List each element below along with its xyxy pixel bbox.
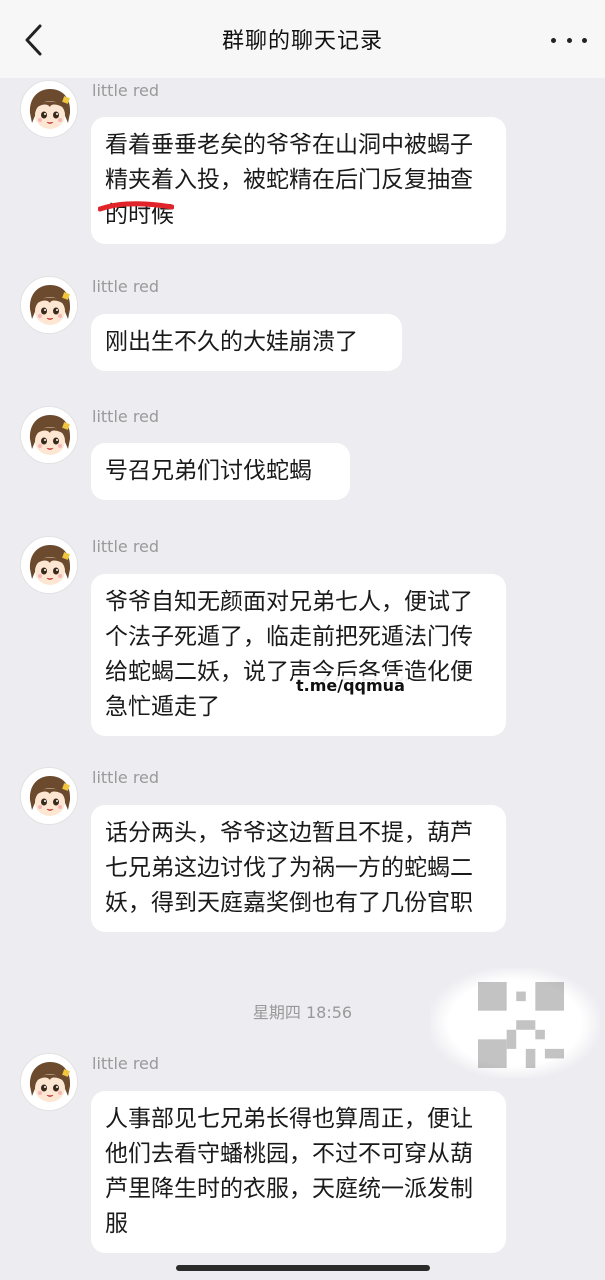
cartoon-girl-icon [21,537,77,593]
top-bar: 群聊的聊天记录 [0,0,605,78]
message-bubble[interactable]: 爷爷自知无颜面对兄弟七人，便试了个法子死遁了，临走前把死遁法门传给蛇蝎二妖，说了… [91,574,506,736]
page-title: 群聊的聊天记录 [221,29,383,54]
sender-name: little red [92,1054,160,1073]
cartoon-girl-icon [21,407,77,463]
more-horizontal-icon [551,37,556,43]
cartoon-girl-icon [21,768,77,824]
avatar[interactable] [20,536,78,594]
avatar[interactable] [20,1053,78,1111]
sender-name: little red [92,407,160,426]
sender-name: little red [92,277,160,296]
avatar[interactable] [20,80,78,138]
back-button[interactable] [14,20,54,60]
more-button[interactable] [551,28,587,52]
sender-name: little red [92,768,160,787]
qr-code-icon [478,982,564,1068]
message-bubble[interactable]: 话分两头，爷爷这边暂且不提，葫芦七兄弟这边讨伐了为祸一方的蛇蝎二妖，得到天庭嘉奖… [91,805,506,932]
chevron-left-icon [25,24,42,56]
cartoon-girl-icon [21,1054,77,1110]
sender-name: little red [92,537,160,556]
avatar[interactable] [20,767,78,825]
message-bubble[interactable]: 看着垂垂老矣的爷爷在山洞中被蝎子精夹着入投，被蛇精在后门反复抽查的时候 [91,117,506,244]
message-bubble[interactable]: 号召兄弟们讨伐蛇蝎 [91,443,350,500]
message-bubble[interactable]: 刚出生不久的大娃崩溃了 [91,314,402,371]
watermark-text: t.me/qqmua [293,676,408,695]
cartoon-girl-icon [21,81,77,137]
cartoon-girl-icon [21,277,77,333]
message-bubble[interactable]: 人事部见七兄弟长得也算周正，便让他们去看守蟠桃园，不过不可穿从葫芦里降生时的衣服… [91,1091,506,1253]
avatar[interactable] [20,406,78,464]
avatar[interactable] [20,276,78,334]
sender-name: little red [92,81,160,100]
red-scribble-mark [98,201,174,212]
home-indicator[interactable] [176,1265,430,1271]
